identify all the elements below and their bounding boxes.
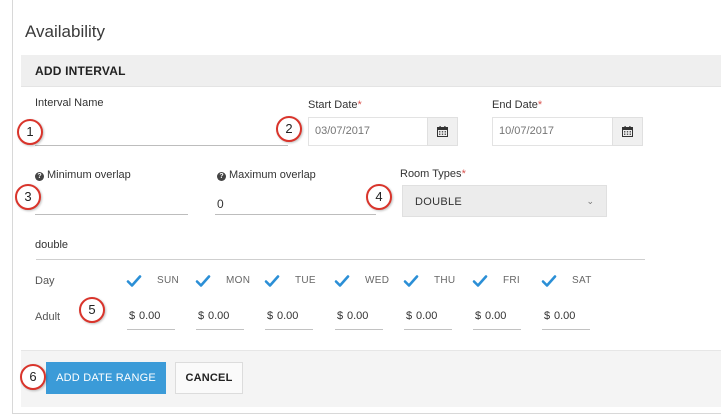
end-date-input[interactable] bbox=[499, 125, 599, 137]
currency-symbol: $ bbox=[544, 310, 551, 322]
room-types-label: Room Types* bbox=[400, 168, 466, 180]
checkmark-icon bbox=[403, 275, 419, 287]
day-label: SAT bbox=[572, 275, 592, 286]
start-date-label: Start Date* bbox=[308, 99, 362, 111]
end-date-label: End Date* bbox=[492, 99, 543, 111]
callout-6: 6 bbox=[20, 364, 46, 390]
room-section-divider bbox=[36, 259, 645, 260]
currency-symbol: $ bbox=[267, 310, 274, 322]
adult-row-label: Adult bbox=[35, 311, 61, 323]
currency-symbol: $ bbox=[337, 310, 344, 322]
help-icon[interactable]: ? bbox=[35, 172, 44, 181]
add-date-range-button[interactable]: ADD DATE RANGE bbox=[46, 362, 166, 394]
currency-symbol: $ bbox=[406, 310, 413, 322]
adult-price-input-mon[interactable]: $0.00 bbox=[196, 306, 244, 330]
day-label: FRI bbox=[503, 275, 521, 286]
room-types-selected-value: DOUBLE bbox=[415, 196, 463, 208]
adult-price-input-tue[interactable]: $0.00 bbox=[265, 306, 313, 330]
price-value: 0.00 bbox=[277, 310, 299, 322]
price-value: 0.00 bbox=[139, 310, 161, 322]
callout-3: 3 bbox=[15, 184, 41, 210]
day-label: WED bbox=[365, 275, 390, 286]
card-title: ADD INTERVAL bbox=[35, 64, 126, 78]
day-label: SUN bbox=[157, 275, 180, 286]
help-icon[interactable]: ? bbox=[217, 172, 226, 181]
end-date-field[interactable] bbox=[492, 117, 612, 146]
callout-2: 2 bbox=[276, 116, 302, 142]
checkmark-icon bbox=[334, 275, 350, 287]
cancel-button[interactable]: CANCEL bbox=[175, 362, 243, 394]
day-label: MON bbox=[226, 275, 251, 286]
day-label: TUE bbox=[295, 275, 316, 286]
callout-4: 4 bbox=[366, 184, 392, 210]
currency-symbol: $ bbox=[198, 310, 205, 322]
callout-5: 5 bbox=[79, 297, 105, 323]
price-value: 0.00 bbox=[485, 310, 507, 322]
callout-1: 1 bbox=[17, 119, 43, 145]
price-value: 0.00 bbox=[416, 310, 438, 322]
end-date-calendar-button[interactable] bbox=[612, 117, 643, 146]
day-label: THU bbox=[434, 275, 456, 286]
min-overlap-label: ? Minimum overlap bbox=[35, 169, 131, 181]
price-value: 0.00 bbox=[208, 310, 230, 322]
adult-price-input-fri[interactable]: $0.00 bbox=[473, 306, 521, 330]
card-header bbox=[21, 55, 721, 87]
checkmark-icon bbox=[541, 275, 557, 287]
calendar-icon bbox=[622, 126, 633, 137]
adult-price-input-wed[interactable]: $0.00 bbox=[335, 306, 383, 330]
max-overlap-label: ? Maximum overlap bbox=[217, 169, 316, 181]
room-types-select[interactable]: DOUBLE ⌄ bbox=[402, 185, 607, 217]
page-title: Availability bbox=[25, 22, 106, 41]
checkmark-icon bbox=[195, 275, 211, 287]
checkmark-icon bbox=[264, 275, 280, 287]
interval-name-input[interactable] bbox=[35, 128, 288, 146]
start-date-field[interactable] bbox=[308, 117, 427, 146]
currency-symbol: $ bbox=[129, 310, 136, 322]
checkmark-icon bbox=[126, 275, 142, 287]
start-date-input[interactable] bbox=[315, 125, 415, 137]
room-section-name: double bbox=[35, 239, 69, 251]
chevron-down-icon: ⌄ bbox=[586, 196, 594, 206]
price-value: 0.00 bbox=[347, 310, 369, 322]
day-row-label: Day bbox=[35, 275, 55, 287]
interval-name-label: Interval Name bbox=[35, 97, 104, 109]
calendar-icon bbox=[437, 126, 448, 137]
currency-symbol: $ bbox=[475, 310, 482, 322]
start-date-calendar-button[interactable] bbox=[427, 117, 458, 146]
max-overlap-input[interactable] bbox=[215, 193, 376, 215]
min-overlap-input[interactable] bbox=[35, 196, 188, 215]
checkmark-icon bbox=[472, 275, 488, 287]
adult-price-input-thu[interactable]: $0.00 bbox=[404, 306, 452, 330]
price-value: 0.00 bbox=[554, 310, 576, 322]
adult-price-input-sat[interactable]: $0.00 bbox=[542, 306, 590, 330]
adult-price-input-sun[interactable]: $0.00 bbox=[127, 306, 175, 330]
